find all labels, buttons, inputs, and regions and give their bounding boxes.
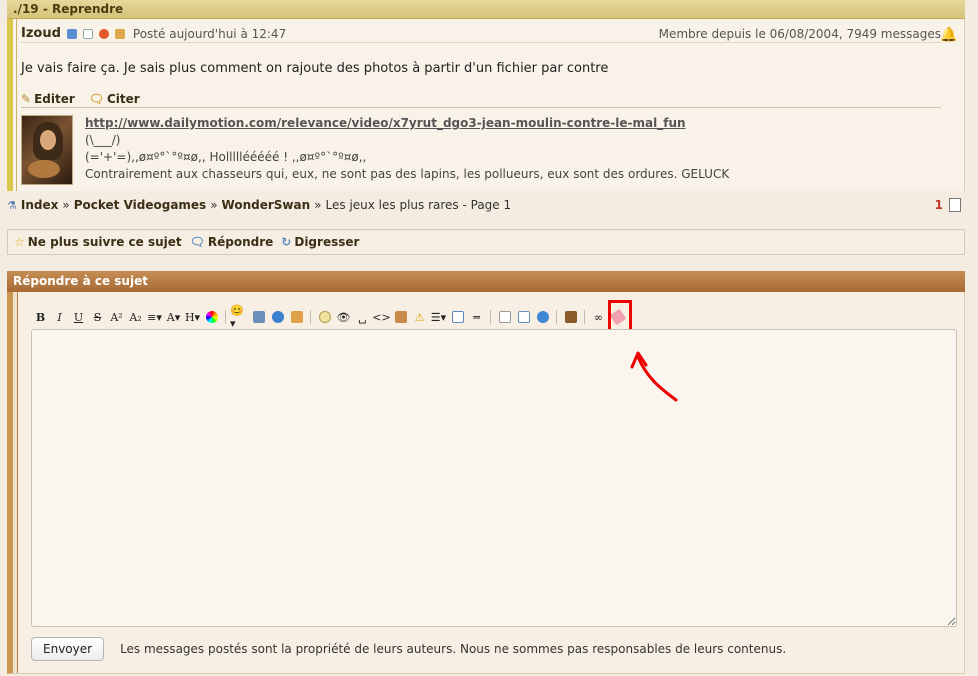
heading-button[interactable]: H ▾	[183, 307, 202, 327]
profile-card-icon[interactable]	[82, 28, 93, 39]
breadcrumb-separator: »	[62, 198, 70, 212]
post-body: Izoud Posté aujourd'hui à 12:47 Membre d…	[7, 19, 965, 191]
table-icon[interactable]	[448, 307, 467, 327]
toolbar-separator	[225, 310, 226, 324]
post-message: Je vais faire ça. Je sais plus comment o…	[21, 61, 609, 76]
signature-line-1: (\___/)	[85, 133, 121, 147]
package-icon[interactable]	[391, 307, 410, 327]
reply-topic-button[interactable]: 🗨 Répondre	[190, 235, 274, 249]
post-meta: Izoud Posté aujourd'hui à 12:47 Membre d…	[21, 25, 941, 43]
breadcrumb-pocket-videogames[interactable]: Pocket Videogames	[74, 198, 207, 212]
upload-photo-icon[interactable]	[533, 307, 552, 327]
pages-icon[interactable]	[949, 198, 961, 212]
editor-toolbar: B I U S A² A₂ ≡▾ A ▾ H ▾ 😊▾ 👁 ␣ <> ⚠ ☰▾ ═ …	[31, 304, 627, 330]
edit-label: Editer	[34, 91, 75, 106]
digress-icon: ↻	[281, 235, 292, 249]
reply-panel: B I U S A² A₂ ≡▾ A ▾ H ▾ 😊▾ 👁 ␣ <> ⚠ ☰▾ ═ …	[7, 292, 965, 674]
status-flower-icon	[98, 28, 109, 39]
spoiler-eye-icon[interactable]: 👁	[334, 307, 353, 327]
signature-line-3: Contrairement aux chasseurs qui, eux, ne…	[85, 167, 730, 181]
reply-header-title: Répondre à ce sujet	[13, 274, 148, 288]
subscript-button[interactable]: A₂	[126, 307, 145, 327]
breadcrumb-separator: »	[210, 198, 218, 212]
mail-icon[interactable]	[114, 28, 125, 39]
post-timestamp: Posté aujourd'hui à 12:47	[132, 26, 287, 41]
quote-icon[interactable]	[315, 307, 334, 327]
gender-icon	[66, 28, 77, 39]
breadcrumb-index[interactable]: Index	[21, 198, 58, 212]
avatar-face	[40, 130, 56, 150]
star-icon: ☆	[14, 235, 25, 249]
post-header[interactable]: ./19 - Reprendre	[7, 0, 965, 19]
italic-button[interactable]: I	[50, 307, 69, 327]
post-left-border	[13, 19, 17, 191]
breadcrumb-current: Les jeux les plus rares - Page 1	[325, 198, 512, 212]
font-size-label: A	[166, 310, 175, 324]
document-icon[interactable]	[495, 307, 514, 327]
source-code-icon[interactable]	[514, 307, 533, 327]
align-icon[interactable]: ≡▾	[145, 307, 164, 327]
warning-icon[interactable]: ⚠	[410, 307, 429, 327]
annotation-arrow	[630, 351, 678, 402]
space-icon[interactable]: ␣	[353, 307, 372, 327]
disclaimer: Les messages postés sont la propriété de…	[120, 642, 787, 656]
topic-actions-bar: ☆ Ne plus suivre ce sujet 🗨 Répondre ↻ D…	[7, 229, 965, 255]
avatar	[21, 115, 73, 185]
speech-bubble-icon: 🗨	[88, 91, 104, 106]
toolbar-separator	[584, 310, 585, 324]
user-card-icon[interactable]	[287, 307, 306, 327]
breadcrumb-separator: »	[314, 198, 322, 212]
preview-glasses-icon[interactable]: ∞	[589, 307, 608, 327]
sitemap-icon: ⚗	[7, 198, 17, 212]
signature: http://www.dailymotion.com/relevance/vid…	[85, 115, 729, 183]
list-icon[interactable]: ☰▾	[429, 307, 448, 327]
digress-button[interactable]: ↻ Digresser	[281, 235, 359, 249]
report-bell-icon[interactable]: 🔔	[940, 27, 957, 43]
unfollow-label: Ne plus suivre ce sujet	[27, 235, 182, 249]
post-author[interactable]: Izoud	[21, 26, 61, 41]
page-number-link[interactable]: 1	[935, 198, 943, 212]
code-icon[interactable]: <>	[372, 307, 391, 327]
color-picker-icon[interactable]	[202, 307, 221, 327]
pencil-icon: ✎	[21, 91, 32, 106]
submit-row: Envoyer Les messages postés sont la prop…	[31, 637, 957, 661]
post-actions: ✎ Editer 🗨 Citer	[21, 90, 941, 108]
post-header-title[interactable]: ./19 - Reprendre	[13, 2, 123, 16]
edit-button[interactable]: ✎ Editer	[21, 92, 75, 106]
breadcrumb: ⚗ Index » Pocket Videogames » WonderSwan…	[7, 195, 965, 215]
member-since: Membre depuis le 06/08/2004, 7949 messag…	[658, 26, 941, 41]
unfollow-topic-button[interactable]: ☆ Ne plus suivre ce sujet	[14, 235, 182, 249]
heading-label: H	[184, 310, 195, 324]
toolbar-separator	[310, 310, 311, 324]
smiley-icon[interactable]: 😊▾	[230, 304, 249, 330]
signature-line-2: (='+'=),,ø¤º°`°º¤ø,, Holllllééééé ! ,,ø¤…	[85, 150, 367, 164]
quote-label: Citer	[107, 91, 140, 106]
signature-link[interactable]: http://www.dailymotion.com/relevance/vid…	[85, 116, 686, 130]
bold-button[interactable]: B	[31, 307, 50, 327]
horizontal-rule-icon[interactable]: ═	[467, 307, 486, 327]
image-icon[interactable]	[249, 307, 268, 327]
font-size-button[interactable]: A ▾	[164, 307, 183, 327]
superscript-button[interactable]: A²	[107, 307, 126, 327]
reply-left-border	[13, 292, 18, 673]
reply-textarea[interactable]	[31, 329, 957, 627]
toolbar-separator	[556, 310, 557, 324]
breadcrumb-wonderswan[interactable]: WonderSwan	[222, 198, 311, 212]
upload-globe-icon[interactable]	[268, 307, 287, 327]
reply-header: Répondre à ce sujet	[7, 271, 965, 292]
paste-icon[interactable]	[561, 307, 580, 327]
underline-button[interactable]: U	[69, 307, 88, 327]
reply-label: Répondre	[207, 235, 274, 249]
speech-bubble-icon: 🗨	[189, 235, 205, 249]
toolbar-separator	[490, 310, 491, 324]
strikethrough-button[interactable]: S	[88, 307, 107, 327]
digress-label: Digresser	[294, 235, 360, 249]
avatar-lute	[28, 160, 60, 178]
send-button[interactable]: Envoyer	[31, 637, 105, 661]
quote-button[interactable]: 🗨 Citer	[89, 92, 140, 106]
